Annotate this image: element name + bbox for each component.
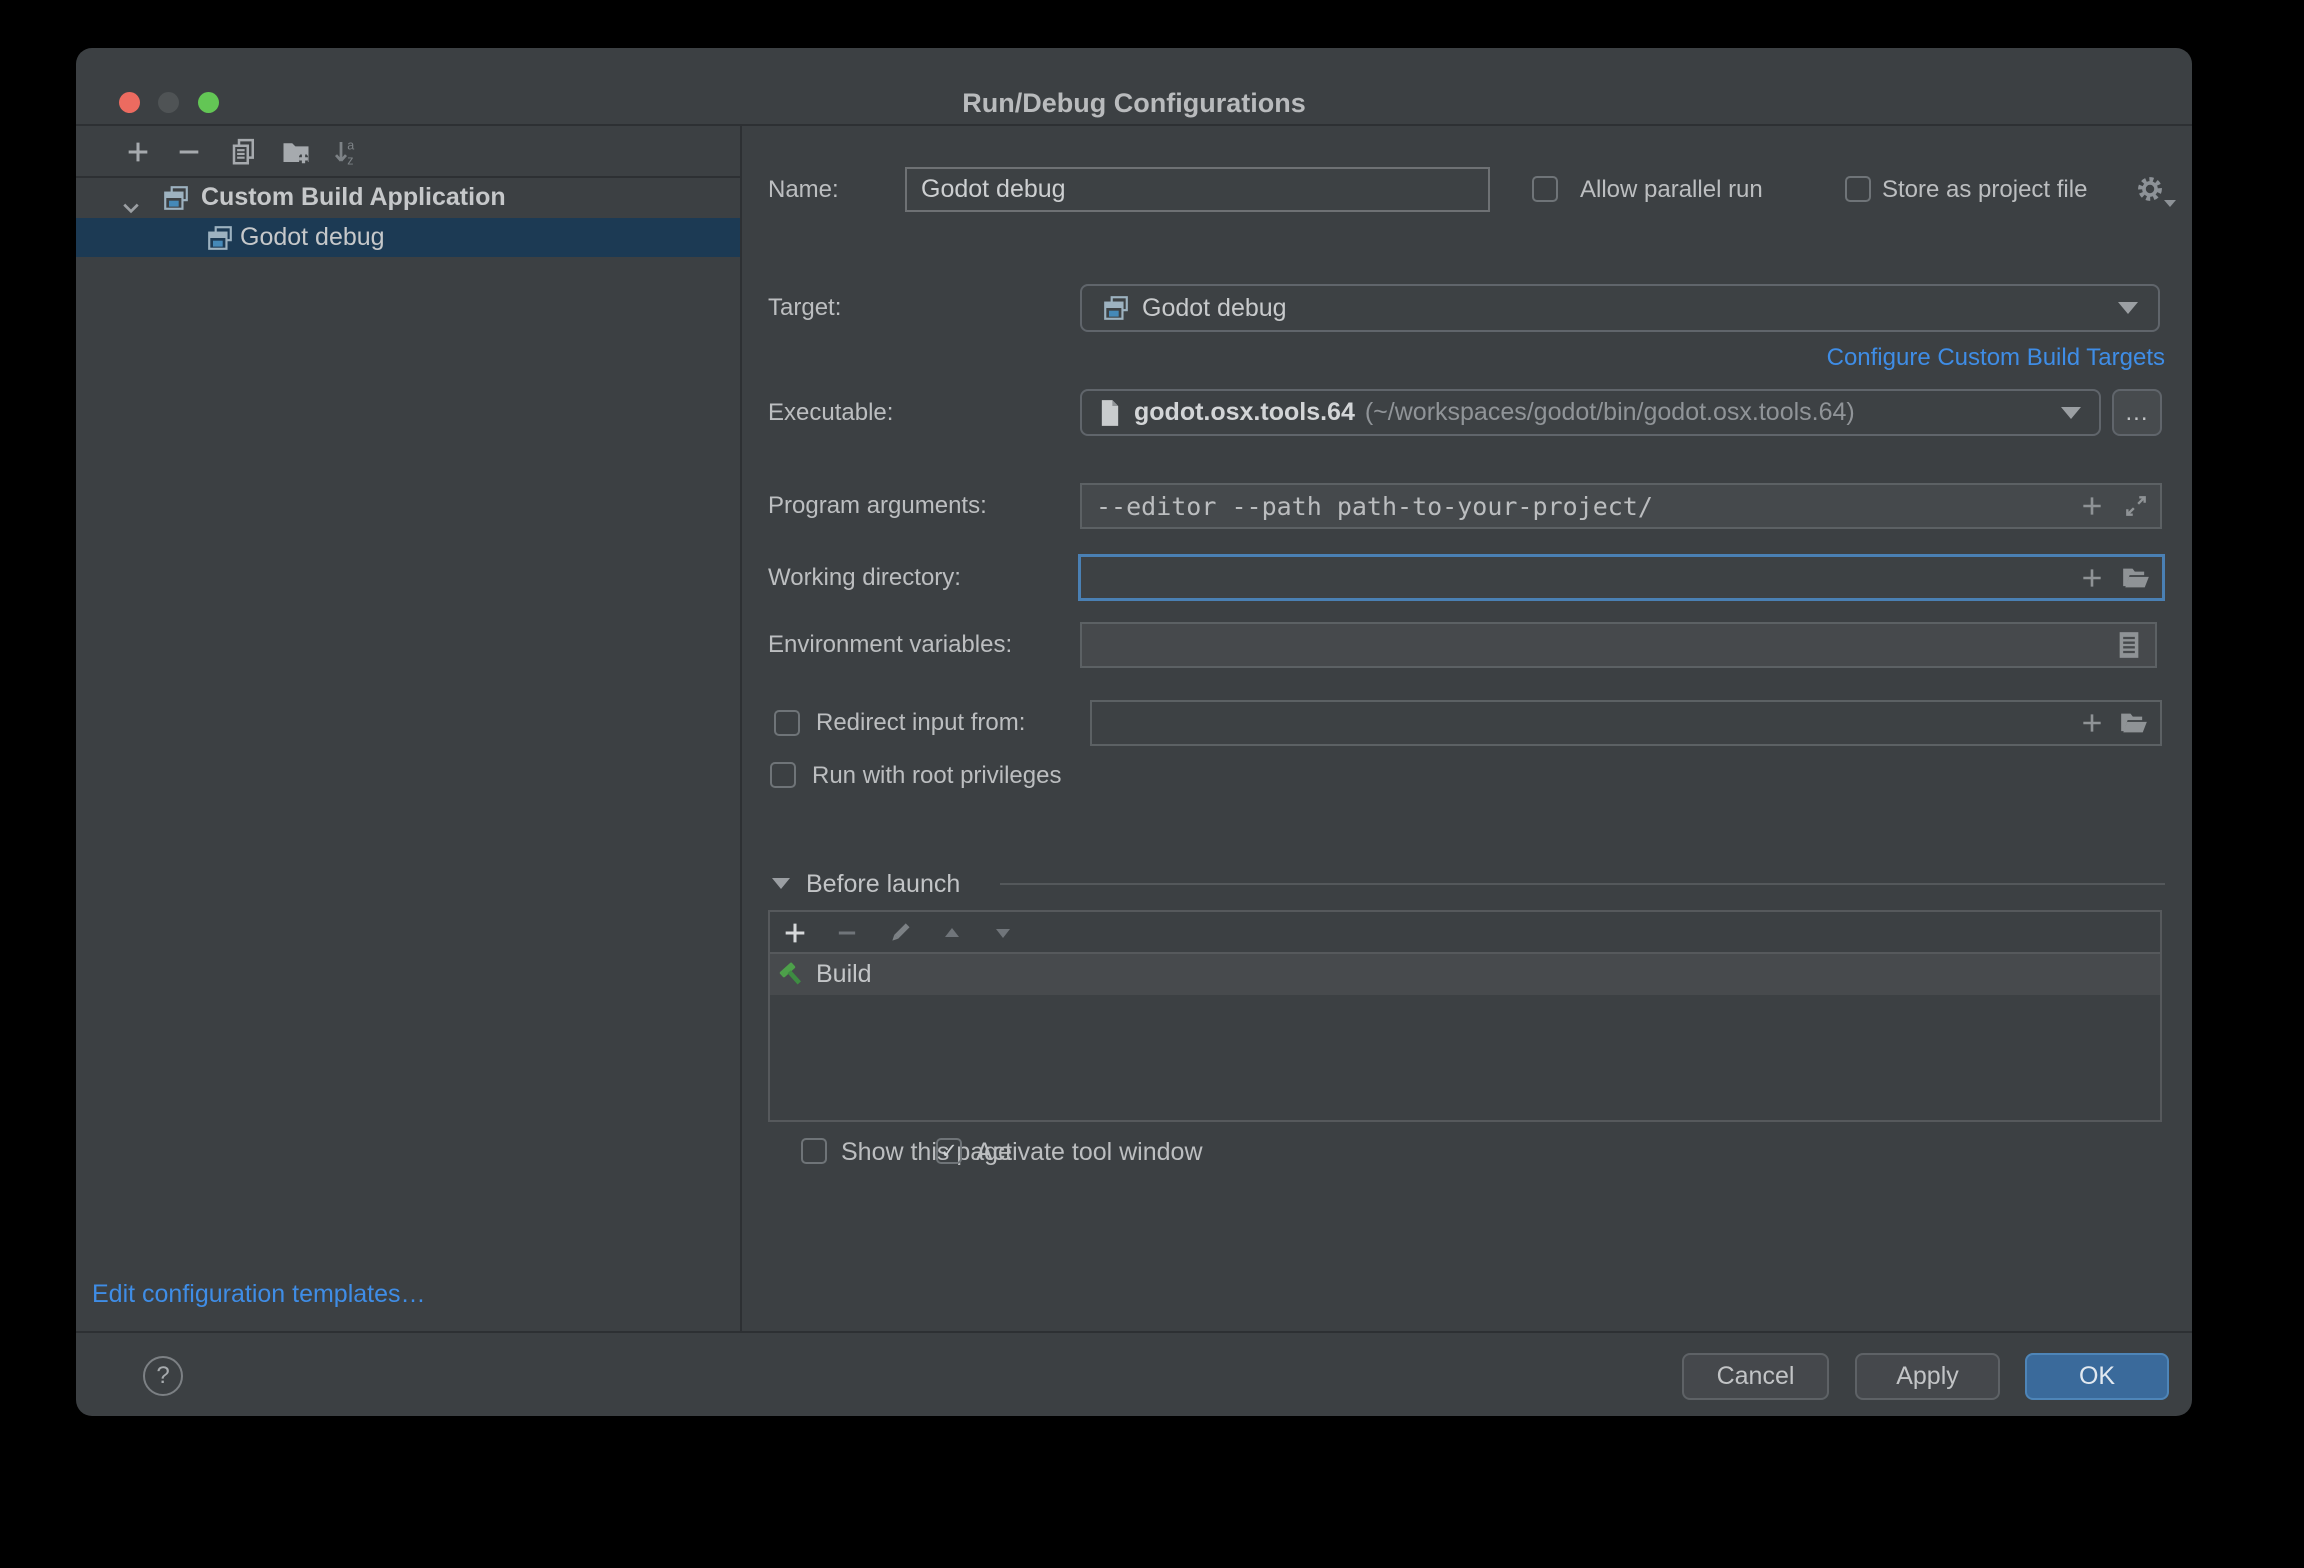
- browse-folder-icon[interactable]: [2122, 564, 2150, 592]
- gear-dropdown-arrow-icon: [2164, 200, 2176, 207]
- environment-variables-label: Environment variables:: [768, 622, 1012, 668]
- executable-path: (~/workspaces/godot/bin/godot.osx.tools.…: [1365, 398, 1855, 427]
- program-arguments-label: Program arguments:: [768, 483, 987, 529]
- run-with-root-label: Run with root privileges: [812, 753, 1061, 798]
- apply-button[interactable]: Apply: [1855, 1353, 2000, 1400]
- application-icon: [162, 184, 190, 219]
- redirect-input-checkbox[interactable]: [774, 710, 800, 736]
- name-value: Godot debug: [921, 175, 1066, 204]
- chevron-down-icon: [2118, 302, 2138, 314]
- add-macro-icon[interactable]: [2078, 709, 2106, 737]
- name-input[interactable]: Godot debug: [905, 167, 1490, 212]
- application-icon: [206, 224, 234, 259]
- chevron-down-icon: [2061, 407, 2081, 419]
- help-button[interactable]: ?: [143, 1356, 183, 1396]
- edit-task-icon[interactable]: [886, 919, 914, 947]
- footer-divider: [76, 1331, 2192, 1333]
- dialog-title: Run/Debug Configurations: [76, 88, 2192, 119]
- configurations-sidebar: az Custom Build Application Godot debug: [76, 126, 740, 1331]
- new-folder-icon[interactable]: [279, 135, 313, 169]
- title-bar: Run/Debug Configurations: [76, 48, 2192, 126]
- before-launch-toolbar: [770, 912, 2160, 954]
- panel-divider: [740, 126, 742, 1331]
- tree-group-label: Custom Build Application: [201, 183, 506, 212]
- tree-item-label: Godot debug: [240, 223, 385, 252]
- executable-combobox[interactable]: godot.osx.tools.64 (~/workspaces/godot/b…: [1080, 389, 2101, 436]
- before-launch-panel: Build: [768, 910, 2162, 1122]
- svg-text:a: a: [347, 139, 354, 153]
- run-with-root-checkbox[interactable]: [770, 762, 796, 788]
- name-label: Name:: [768, 167, 839, 212]
- sidebar-toolbar: az: [76, 126, 740, 178]
- program-arguments-value: --editor --path path-to-your-project/: [1096, 492, 1653, 521]
- chevron-down-icon[interactable]: [122, 192, 140, 221]
- remove-task-icon[interactable]: [833, 919, 861, 947]
- variables-list-icon[interactable]: [2115, 631, 2143, 659]
- activate-tool-window-label: Activate tool window: [976, 1130, 1203, 1174]
- store-as-project-file-checkbox[interactable]: [1845, 176, 1871, 202]
- svg-text:z: z: [347, 154, 353, 168]
- hammer-icon: [778, 961, 806, 989]
- task-label: Build: [816, 960, 872, 989]
- working-directory-label: Working directory:: [768, 554, 961, 601]
- environment-variables-input[interactable]: [1080, 622, 2157, 668]
- store-as-project-file-label: Store as project file: [1882, 167, 2087, 212]
- cancel-button[interactable]: Cancel: [1682, 1353, 1829, 1400]
- executable-label: Executable:: [768, 389, 893, 436]
- move-up-icon[interactable]: [938, 919, 966, 947]
- sort-alphabetically-icon[interactable]: az: [329, 135, 363, 169]
- copy-configuration-icon[interactable]: [227, 135, 261, 169]
- activate-tool-window-checkbox[interactable]: ✓: [936, 1138, 962, 1164]
- target-combobox[interactable]: Godot debug: [1080, 284, 2160, 332]
- executable-value: godot.osx.tools.64: [1134, 398, 1355, 427]
- collapse-section-icon[interactable]: [772, 878, 790, 889]
- redirect-input-field[interactable]: [1090, 700, 2162, 746]
- before-launch-task-row[interactable]: Build: [770, 954, 2160, 995]
- show-this-page-checkbox[interactable]: [801, 1138, 827, 1164]
- expand-field-icon[interactable]: [2122, 492, 2150, 520]
- tree-item-godot-debug-selected[interactable]: Godot debug: [76, 218, 740, 257]
- browse-executable-button[interactable]: ...: [2112, 389, 2162, 436]
- ok-button[interactable]: OK: [2025, 1353, 2169, 1400]
- add-macro-icon[interactable]: [2078, 564, 2106, 592]
- move-down-icon[interactable]: [989, 919, 1017, 947]
- checkmark-icon: ✓: [940, 1139, 958, 1164]
- remove-configuration-icon[interactable]: [172, 135, 206, 169]
- file-icon: [1098, 399, 1122, 427]
- tree-group-custom-build-application[interactable]: Custom Build Application: [76, 178, 740, 218]
- add-task-icon[interactable]: [781, 919, 809, 947]
- run-debug-configurations-dialog: Run/Debug Configurations az: [76, 48, 2192, 1416]
- application-icon: [1102, 294, 1130, 322]
- gear-icon[interactable]: [2136, 175, 2164, 203]
- add-configuration-icon[interactable]: [121, 135, 155, 169]
- edit-configuration-templates-link[interactable]: Edit configuration templates…: [92, 1280, 426, 1308]
- redirect-input-label: Redirect input from:: [816, 700, 1025, 746]
- allow-parallel-run-label: Allow parallel run: [1580, 167, 1763, 212]
- working-directory-input[interactable]: [1078, 554, 2165, 601]
- browse-folder-icon[interactable]: [2120, 709, 2148, 737]
- configure-custom-build-targets-link[interactable]: Configure Custom Build Targets: [1827, 344, 2165, 372]
- add-macro-icon[interactable]: [2078, 492, 2106, 520]
- target-label: Target:: [768, 284, 841, 332]
- before-launch-title: Before launch: [806, 870, 960, 899]
- section-divider: [1000, 883, 2165, 885]
- program-arguments-input[interactable]: --editor --path path-to-your-project/: [1080, 483, 2162, 529]
- target-value: Godot debug: [1142, 294, 1287, 323]
- allow-parallel-run-checkbox[interactable]: [1532, 176, 1558, 202]
